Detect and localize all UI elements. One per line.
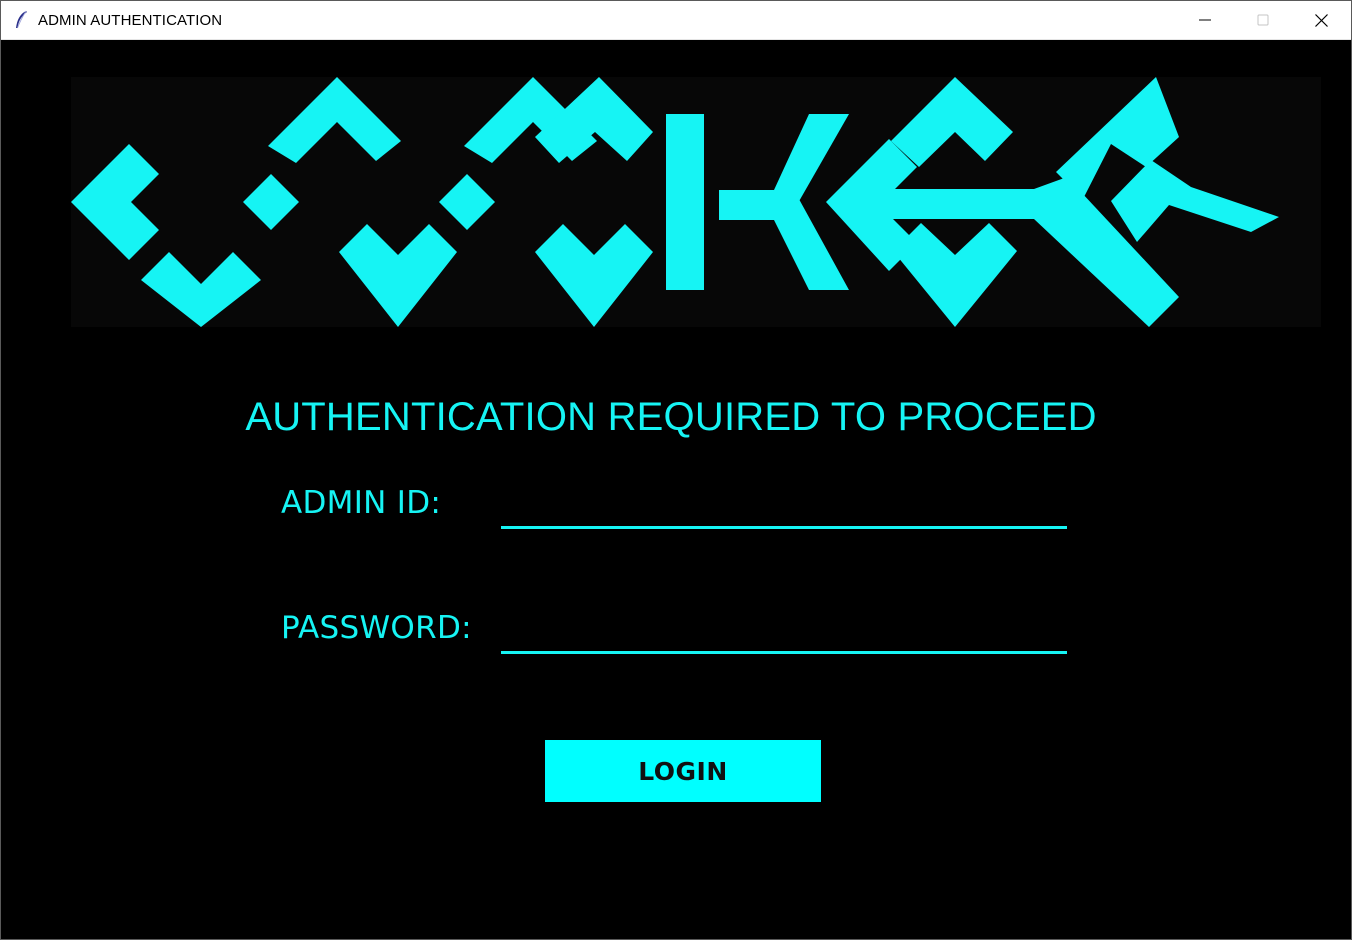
login-button[interactable]: LOGIN <box>545 740 821 802</box>
login-button-label: LOGIN <box>638 756 728 786</box>
password-label: PASSWORD: <box>281 610 472 646</box>
close-button[interactable] <box>1292 1 1350 39</box>
maximize-icon <box>1257 14 1269 26</box>
password-input[interactable] <box>501 618 1067 654</box>
minimize-button[interactable] <box>1176 1 1234 39</box>
maximize-button[interactable] <box>1234 1 1292 39</box>
title-bar[interactable]: ADMIN AUTHENTICATION <box>1 1 1351 40</box>
close-icon <box>1314 13 1328 27</box>
window-title: ADMIN AUTHENTICATION <box>38 12 223 29</box>
locker-logo <box>71 77 1321 327</box>
admin-id-label: ADMIN ID: <box>281 485 442 521</box>
admin-id-input[interactable] <box>501 493 1067 529</box>
minimize-icon <box>1199 14 1211 26</box>
auth-heading: AUTHENTICATION REQUIRED TO PROCEED <box>245 395 1097 439</box>
admin-auth-window: ADMIN AUTHENTICATION AUTHENTICATION REQU… <box>0 0 1352 940</box>
feather-icon <box>13 10 29 30</box>
main-content: AUTHENTICATION REQUIRED TO PROCEED ADMIN… <box>1 40 1351 939</box>
